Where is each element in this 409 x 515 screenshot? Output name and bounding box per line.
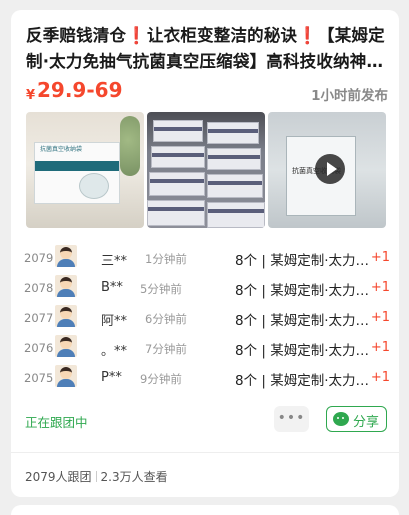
box-stack (207, 202, 265, 228)
quantity-plus: +1 (370, 310, 390, 325)
order-item: 8个 | 某姆定制·太力免抽气抗菌真空压缩袋 (235, 343, 373, 359)
order-row: 2079 三** 1分钟前 8个 | 某姆定制·太力免抽气抗菌真空压缩袋+1 (24, 242, 390, 272)
order-number: 2078 (24, 281, 54, 295)
avatar (55, 335, 77, 357)
box-stack (149, 172, 205, 196)
share-label: 分享 (353, 415, 380, 430)
product-box: 抗菌真空收纳袋 (34, 142, 120, 204)
group-status: 正在跟团中 (25, 415, 88, 430)
stats-line: 2079人跟团 2.3万人查看 (25, 468, 168, 485)
order-row: 2076 。** 7分钟前 8个 | 某姆定制·太力免抽气抗菌真空压缩袋+1 (24, 332, 390, 362)
box-stack (147, 200, 205, 226)
order-number: 2079 (24, 251, 54, 265)
buyer-name: B** (101, 280, 123, 295)
more-icon[interactable]: ••• (274, 406, 309, 432)
order-item: 8个 | 某姆定制·太力免抽气抗菌真空压缩袋 (235, 283, 373, 299)
participants-count: 2079人跟团 (25, 470, 92, 484)
quantity-plus: +1 (370, 370, 390, 385)
post-title[interactable]: 反季赔钱清仓❗让衣柜变整洁的秘诀❗【某姆定制·太力免抽气抗菌真空压缩袋】高科技收… (26, 23, 388, 75)
order-number: 2075 (24, 371, 54, 385)
quantity-plus: +1 (370, 280, 390, 295)
order-list: 2079三**1分钟前8个 | 某姆定制·太力免抽气抗菌真空压缩袋+12078B… (24, 242, 390, 392)
product-image-2[interactable] (147, 112, 265, 228)
views-count: 2.3万人查看 (100, 470, 168, 484)
buyer-name: 。** (101, 344, 128, 359)
box-stack (207, 174, 263, 198)
wechat-icon (333, 412, 349, 426)
order-row: 2078 B** 5分钟前 8个 | 某姆定制·太力免抽气抗菌真空压缩袋+1 (24, 272, 390, 302)
order-number: 2076 (24, 341, 54, 355)
order-time: 9分钟前 (140, 372, 182, 386)
divider (11, 452, 399, 453)
order-time: 5分钟前 (140, 282, 182, 296)
order-time: 1分钟前 (145, 252, 187, 266)
stats-separator (95, 471, 97, 482)
box-stack (207, 122, 259, 144)
buyer-name: 阿** (101, 314, 128, 329)
image-gallery: 抗菌真空收纳袋 抗菌真空收纳袋 (26, 112, 386, 228)
order-time: 6分钟前 (145, 312, 187, 326)
avatar (55, 245, 77, 267)
product-image-1[interactable]: 抗菌真空收纳袋 (26, 112, 144, 228)
box-stack (207, 148, 261, 170)
order-row: 2075 P** 9分钟前 8个 | 某姆定制·太力免抽气抗菌真空压缩袋+1 (24, 362, 390, 392)
avatar (55, 275, 77, 297)
product-video-thumb[interactable]: 抗菌真空收纳袋 (268, 112, 386, 228)
posted-time: 1小时前发布 (311, 88, 388, 104)
quantity-plus: +1 (370, 340, 390, 355)
next-card-edge (11, 505, 399, 515)
quantity-plus: +1 (370, 250, 390, 265)
group-buy-card[interactable]: 反季赔钱清仓❗让衣柜变整洁的秘诀❗【某姆定制·太力免抽气抗菌真空压缩袋】高科技收… (11, 10, 399, 497)
play-icon[interactable] (315, 154, 345, 184)
order-item: 8个 | 某姆定制·太力免抽气抗菌真空压缩袋 (235, 373, 373, 389)
buyer-name: 三** (101, 254, 128, 269)
order-number: 2077 (24, 311, 54, 325)
avatar (55, 365, 77, 387)
order-item: 8个 | 某姆定制·太力免抽气抗菌真空压缩袋 (235, 253, 373, 269)
box-stack (153, 120, 203, 142)
price-row: ¥ 29.9-69 1小时前发布 (26, 76, 388, 106)
plant-decoration (120, 116, 140, 176)
order-time: 7分钟前 (145, 342, 187, 356)
price-range: 29.9-69 (37, 78, 123, 102)
buyer-name: P** (101, 370, 122, 385)
order-row: 2077 阿** 6分钟前 8个 | 某姆定制·太力免抽气抗菌真空压缩袋+1 (24, 302, 390, 332)
avatar (55, 305, 77, 327)
order-item: 8个 | 某姆定制·太力免抽气抗菌真空压缩袋 (235, 313, 373, 329)
currency-symbol: ¥ (26, 88, 36, 103)
box-stack (151, 146, 205, 168)
box-label: 抗菌真空收纳袋 (40, 146, 83, 153)
share-button[interactable]: 分享 (326, 406, 387, 432)
